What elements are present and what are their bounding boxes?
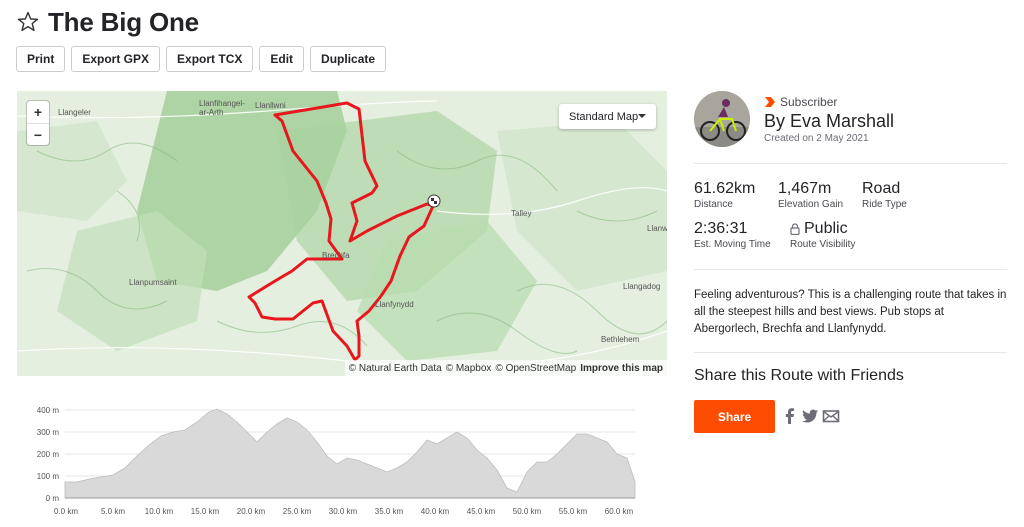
elevation-profile: 400 m 300 m 200 m 100 m 0 m 0.0 km 5.0 k… <box>37 406 636 516</box>
place-label: Llanfihangel-ar-Arth <box>199 99 245 117</box>
export-gpx-button[interactable]: Export GPX <box>71 46 161 72</box>
email-icon[interactable] <box>822 407 840 425</box>
x-tick: 20.0 km <box>237 507 266 516</box>
stat-ride-type: Road Ride Type <box>862 180 907 210</box>
share-button[interactable]: Share <box>694 400 775 433</box>
map-style-label: Standard Map <box>569 110 639 123</box>
stat-value: 61.62km <box>694 180 756 197</box>
y-tick: 200 m <box>37 450 60 459</box>
stat-label: Elevation Gain <box>778 199 844 210</box>
duplicate-button[interactable]: Duplicate <box>310 46 387 72</box>
zoom-control: + − <box>27 101 49 145</box>
route-map[interactable]: Llangeler Llanfihangel-ar-Arth Llanllwni… <box>17 91 667 376</box>
place-label: Brechfa <box>322 251 350 260</box>
stat-label: Distance <box>694 199 733 210</box>
x-tick: 40.0 km <box>421 507 450 516</box>
y-tick: 0 m <box>46 494 60 503</box>
title-row: The Big One <box>16 6 199 38</box>
stat-label: Route Visibility <box>790 239 856 250</box>
map-style-select[interactable]: Standard Map <box>559 104 656 129</box>
x-tick: 15.0 km <box>191 507 220 516</box>
finish-flag-icon <box>427 194 441 208</box>
divider <box>694 163 1007 164</box>
subscriber-label: Subscriber <box>780 95 838 109</box>
place-label: Bethlehem <box>601 335 640 344</box>
place-label: Llanllwni <box>255 101 286 110</box>
lock-icon <box>790 223 800 235</box>
athlete-name[interactable]: By Eva Marshall <box>764 111 894 132</box>
x-tick: 25.0 km <box>283 507 312 516</box>
x-tick: 50.0 km <box>513 507 542 516</box>
attribution-osm[interactable]: © OpenStreetMap <box>495 363 576 374</box>
facebook-icon[interactable] <box>781 407 799 425</box>
stat-value: 1,467m <box>778 180 832 197</box>
stat-value: Road <box>862 180 901 197</box>
athlete-avatar[interactable] <box>694 91 750 147</box>
y-tick: 400 m <box>37 406 60 415</box>
route-toolbar: Print Export GPX Export TCX Edit Duplica… <box>16 46 387 72</box>
stat-label: Est. Moving Time <box>694 239 771 250</box>
y-tick: 100 m <box>37 472 60 481</box>
export-tcx-button[interactable]: Export TCX <box>166 46 254 72</box>
place-label: Llangadog <box>623 282 661 291</box>
place-label: Llanfynydd <box>375 300 414 309</box>
map-terrain <box>17 91 667 376</box>
x-tick: 55.0 km <box>559 507 588 516</box>
x-tick: 0.0 km <box>54 507 78 516</box>
y-tick: 300 m <box>37 428 60 437</box>
stat-moving-time: 2:36:31 Est. Moving Time <box>694 220 771 250</box>
x-tick: 35.0 km <box>375 507 404 516</box>
twitter-icon[interactable] <box>801 407 819 425</box>
stat-label: Ride Type <box>862 199 907 210</box>
subscriber-chevron-icon <box>765 97 775 107</box>
x-tick: 5.0 km <box>101 507 125 516</box>
print-button[interactable]: Print <box>16 46 66 72</box>
subscriber-badge: Subscriber <box>764 95 837 109</box>
divider <box>694 352 1007 353</box>
zoom-in-button[interactable]: + <box>27 101 49 123</box>
stat-elevation: 1,467m Elevation Gain <box>778 180 843 210</box>
attribution-mapbox[interactable]: © Mapbox <box>446 363 492 374</box>
caret-down-icon <box>638 114 646 118</box>
attribution-natural-earth[interactable]: © Natural Earth Data <box>349 363 442 374</box>
page-title: The Big One <box>48 6 199 37</box>
place-label: Llangeler <box>58 108 91 117</box>
map-attribution: © Natural Earth Data © Mapbox © OpenStre… <box>344 360 667 376</box>
improve-map-link[interactable]: Improve this map <box>580 363 663 374</box>
zoom-out-button[interactable]: − <box>27 123 49 145</box>
stat-value: Public <box>804 220 848 237</box>
place-label: Talley <box>511 209 532 218</box>
x-tick: 30.0 km <box>329 507 358 516</box>
place-label: Llanpumsaint <box>129 278 177 287</box>
route-description: Feeling adventurous? This is a challengi… <box>694 289 1007 335</box>
stat-distance: 61.62km Distance <box>694 180 755 210</box>
share-heading: Share this Route with Friends <box>694 367 904 384</box>
x-tick: 10.0 km <box>145 507 174 516</box>
stat-visibility: Public Route Visibility <box>790 220 855 250</box>
edit-button[interactable]: Edit <box>259 46 305 72</box>
divider <box>694 269 1007 270</box>
place-label: Llanwr <box>647 224 667 233</box>
star-icon[interactable] <box>16 10 40 34</box>
x-tick: 45.0 km <box>467 507 496 516</box>
stat-value: 2:36:31 <box>694 220 748 237</box>
x-tick: 60.0 km <box>605 507 634 516</box>
created-date: Created on 2 May 2021 <box>764 133 869 144</box>
